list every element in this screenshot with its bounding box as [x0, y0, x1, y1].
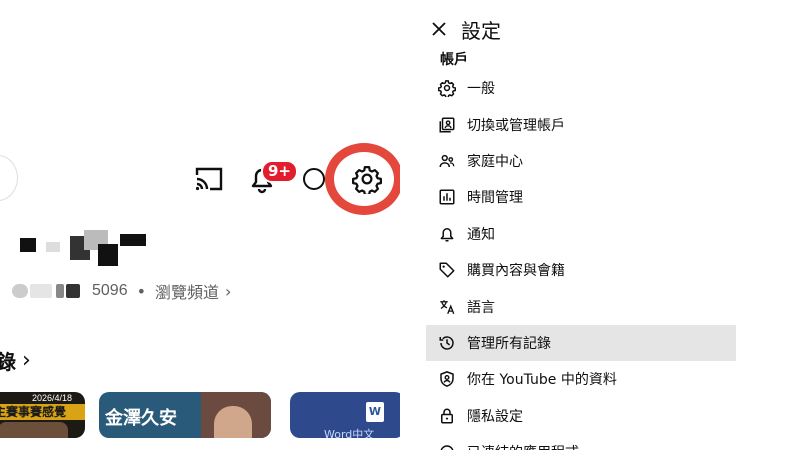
shield-person-icon [438, 370, 456, 388]
video-thumbnail[interactable]: W Word中文 [290, 392, 400, 438]
bell-icon [438, 225, 456, 243]
channel-name-redacted [18, 230, 168, 266]
channel-meta-row: 5096 • 瀏覽頻道 › [12, 280, 231, 302]
thumbnail-title: Word中文 [324, 428, 375, 438]
settings-item-label: 你在 YouTube 中的資料 [467, 372, 617, 389]
settings-item-label: 管理所有記錄 [467, 335, 551, 352]
lock-icon [438, 407, 456, 425]
settings-menu: 一般切換或管理帳戶 家庭中心時間管理通知購買內容與會籍 語言管理所有記錄你在 You… [426, 70, 736, 450]
section-title: 錄 [0, 350, 16, 374]
settings-gear-icon[interactable] [352, 164, 382, 198]
settings-item-gear[interactable]: 一般 [426, 70, 736, 106]
settings-item-label: 切換或管理帳戶 [467, 117, 565, 134]
cast-icon[interactable] [194, 166, 224, 196]
settings-item-history[interactable]: 管理所有記錄 [426, 324, 736, 362]
settings-item-label: 通知 [467, 226, 495, 243]
settings-item-switch-account[interactable]: 切換或管理帳戶 [426, 106, 736, 142]
settings-item-connected-apps[interactable]: 已連結的應用程式 [426, 434, 736, 450]
search-icon[interactable] [303, 168, 325, 190]
section-heading[interactable]: 錄 › [0, 346, 31, 375]
notification-badge: 9+ [261, 160, 299, 183]
history-icon [438, 334, 456, 352]
channel-page: 9+ 5096 • 瀏覽頻道 › 錄 › 2026/4/18 主賽事賽感覺 金澤… [0, 0, 400, 450]
settings-item-label: 隱私設定 [467, 408, 523, 425]
family-icon [438, 152, 456, 170]
tag-icon [438, 261, 456, 279]
settings-item-bar-chart[interactable]: 時間管理 [426, 179, 736, 215]
switch-account-icon [438, 116, 456, 134]
settings-item-translate[interactable]: 語言 [426, 288, 736, 324]
chevron-right-icon: › [22, 348, 31, 373]
settings-item-label: 語言 [467, 299, 495, 316]
connected-apps-icon [438, 443, 456, 450]
settings-item-tag[interactable]: 購買內容與會籍 [426, 252, 736, 288]
video-thumbnail[interactable]: 2026/4/18 主賽事賽感覺 [0, 392, 85, 438]
settings-item-lock[interactable]: 隱私設定 [426, 398, 736, 434]
settings-item-label: 已連結的應用程式 [467, 442, 579, 450]
chevron-right-icon[interactable]: › [225, 282, 231, 301]
channel-handle-redacted [12, 282, 82, 300]
browse-channel-link[interactable]: 瀏覽頻道 [155, 279, 219, 303]
separator-dot: • [136, 281, 147, 301]
settings-header: 設定 [430, 14, 501, 44]
settings-item-label: 購買內容與會籍 [467, 263, 565, 280]
bar-chart-icon [438, 188, 456, 206]
subscriber-count: 5096 [92, 282, 128, 299]
settings-item-label: 家庭中心 [467, 153, 523, 170]
word-logo-icon: W [366, 402, 384, 422]
settings-item-label: 一般 [467, 81, 495, 98]
settings-item-shield-person[interactable]: 你在 YouTube 中的資料 [426, 361, 736, 397]
settings-item-bell[interactable]: 通知 [426, 216, 736, 252]
thumbnail-title: 主賽事賽感覺 [0, 404, 85, 420]
settings-title: 設定 [461, 18, 501, 43]
settings-panel: 設定 帳戶 一般切換或管理帳戶 家庭中心時間管理通知購買內容與會籍 語言管理所有記錄… [400, 0, 800, 450]
settings-item-label: 時間管理 [467, 190, 523, 207]
close-icon[interactable] [430, 20, 448, 38]
thumbnail-date: 2026/4/18 [32, 393, 73, 403]
gear-icon [438, 79, 456, 98]
translate-icon [438, 298, 456, 316]
video-thumbnail[interactable]: 金澤久安 [99, 392, 271, 438]
account-section-label: 帳戶 [440, 52, 468, 68]
thumbnail-title: 金澤久安 [105, 408, 177, 429]
settings-item-family[interactable]: 家庭中心 [426, 143, 736, 179]
